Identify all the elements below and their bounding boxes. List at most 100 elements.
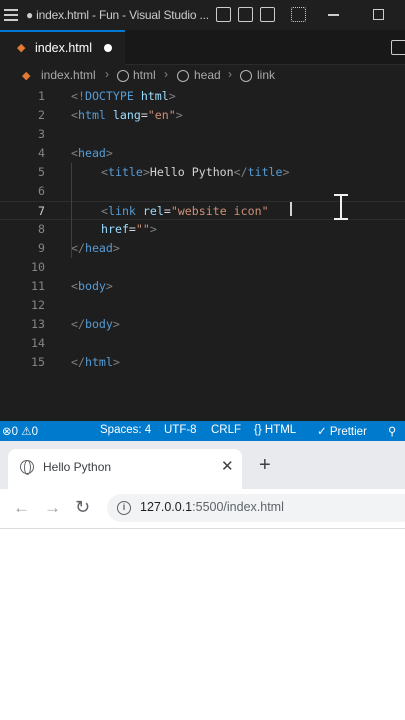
code-token: <! — [71, 89, 85, 103]
new-tab-button[interactable]: + — [259, 455, 271, 475]
prettier-label: Prettier — [329, 426, 367, 438]
code-token: > — [105, 279, 113, 293]
code-token: = — [140, 108, 148, 122]
code-token: </ — [71, 355, 85, 369]
code-token: head — [77, 146, 106, 160]
globe-icon — [20, 460, 34, 475]
error-icon: ⊗ — [2, 426, 12, 438]
info-icon[interactable]: i — [117, 501, 131, 515]
code-text: <title>Hello Python</title> — [101, 165, 290, 179]
error-count: 0 — [11, 426, 19, 438]
line-number: 15 — [31, 355, 45, 369]
code-line[interactable]: 10 — [0, 258, 405, 277]
code-line[interactable]: 2 <html lang="en"> — [0, 106, 405, 125]
notifications-icon[interactable]: ⚲ — [388, 424, 396, 438]
text-cursor — [290, 202, 292, 216]
tab-label: index.html — [35, 41, 92, 55]
indent-guide — [71, 163, 72, 258]
line-number: 1 — [38, 89, 45, 103]
code-token: link — [107, 204, 136, 218]
split-editor-icon[interactable] — [391, 40, 405, 55]
code-text: href=""> — [101, 222, 157, 236]
code-line[interactable]: 13 </body> — [0, 315, 405, 334]
code-text: </head> — [71, 241, 120, 255]
maximize-icon[interactable] — [373, 9, 384, 20]
address-bar[interactable]: i 127.0.0.1:5500/index.html — [107, 494, 405, 522]
unsaved-dot-icon[interactable] — [104, 44, 112, 52]
code-token: lang — [112, 108, 141, 122]
forward-arrow-icon[interactable]: → — [44, 498, 61, 518]
window-title: ● index.html - Fun - Visual Studio ... — [26, 8, 209, 22]
warning-icon: ⚠ — [21, 426, 32, 438]
code-text: <link rel="website icon" — [101, 204, 269, 218]
browser-tab-title: Hello Python — [43, 460, 112, 474]
code-text: </html> — [71, 355, 120, 369]
code-token: title — [107, 165, 143, 179]
line-number: 5 — [38, 165, 45, 179]
encoding-status[interactable]: UTF-8 — [164, 424, 197, 436]
braces-icon: {} — [254, 424, 262, 436]
code-token: </ — [233, 165, 248, 179]
breadcrumb-item-head[interactable]: head — [194, 68, 221, 82]
code-line[interactable]: 11 <body> — [0, 277, 405, 296]
mouse-ibeam-cursor-icon — [333, 194, 349, 220]
reload-icon[interactable]: ↻ — [75, 497, 90, 518]
code-token: body — [84, 317, 113, 331]
code-token: < — [71, 108, 78, 122]
check-all-icon: ✓ — [317, 426, 327, 438]
code-token: DOCTYPE — [84, 89, 134, 103]
code-line[interactable]: 5 <title>Hello Python</title> — [0, 163, 405, 182]
breadcrumb-item-file[interactable]: index.html — [41, 68, 96, 82]
prettier-status[interactable]: ✓ Prettier — [317, 424, 367, 438]
close-tab-icon[interactable]: ✕ — [221, 457, 234, 475]
code-line[interactable]: 8 href=""> — [0, 220, 405, 239]
code-line[interactable]: 1 <!DOCTYPE html> — [0, 87, 405, 106]
url-text: 127.0.0.1:5500/index.html — [140, 500, 284, 514]
browser-tab[interactable]: Hello Python ✕ — [8, 449, 242, 489]
html-file-icon: ◆ — [17, 42, 26, 54]
warning-count: 0 — [31, 426, 38, 438]
url-path: :5500/index.html — [192, 500, 284, 514]
code-token: "" — [135, 222, 150, 236]
code-text: <body> — [71, 279, 113, 293]
code-line[interactable]: 15 </html> — [0, 353, 405, 372]
line-number: 4 — [38, 146, 45, 160]
code-token: "en" — [147, 108, 176, 122]
line-number: 12 — [31, 298, 45, 312]
code-text: <!DOCTYPE html> — [71, 89, 176, 103]
code-line[interactable]: 3 — [0, 125, 405, 144]
menu-icon[interactable] — [2, 6, 20, 24]
code-token: </ — [71, 317, 85, 331]
breadcrumb-item-html[interactable]: html — [133, 68, 156, 82]
eol-status[interactable]: CRLF — [211, 424, 241, 436]
problems-indicator[interactable]: ⊗0 ⚠0 — [2, 424, 38, 438]
code-token: > — [112, 241, 120, 255]
code-editor[interactable]: 15 </html> 14 13 </body> 12 11 <body> 10 9 </head>… — [0, 87, 405, 421]
chevron-right-icon: › — [164, 67, 168, 81]
customize-layout-icon[interactable] — [291, 7, 306, 22]
code-text: <head> — [71, 146, 113, 160]
toggle-panel-icon[interactable] — [238, 7, 253, 22]
breadcrumb-item-link[interactable]: link — [257, 68, 275, 82]
toggle-secondary-sidebar-icon[interactable] — [260, 7, 275, 22]
code-token: title — [247, 165, 283, 179]
code-token: = — [163, 204, 171, 218]
toggle-primary-sidebar-icon[interactable] — [216, 7, 231, 22]
indentation-status[interactable]: Spaces: 4 — [100, 424, 151, 436]
code-line[interactable]: 4 <head> — [0, 144, 405, 163]
code-text: </body> — [71, 317, 120, 331]
code-line[interactable]: 12 — [0, 296, 405, 315]
line-number: 10 — [31, 260, 45, 274]
language-mode-status[interactable]: {} HTML — [254, 424, 296, 436]
code-line[interactable]: 14 — [0, 334, 405, 353]
back-arrow-icon[interactable]: ← — [13, 498, 30, 518]
chevron-right-icon: › — [228, 67, 232, 81]
element-icon — [117, 70, 129, 82]
minimize-icon[interactable] — [328, 14, 339, 16]
code-line[interactable]: 9 </head> — [0, 239, 405, 258]
tab-index-html[interactable]: ◆ index.html — [0, 30, 125, 65]
element-icon — [177, 70, 189, 82]
browser-tab-strip: Hello Python ✕ + — [0, 441, 405, 489]
line-number: 11 — [31, 279, 45, 293]
